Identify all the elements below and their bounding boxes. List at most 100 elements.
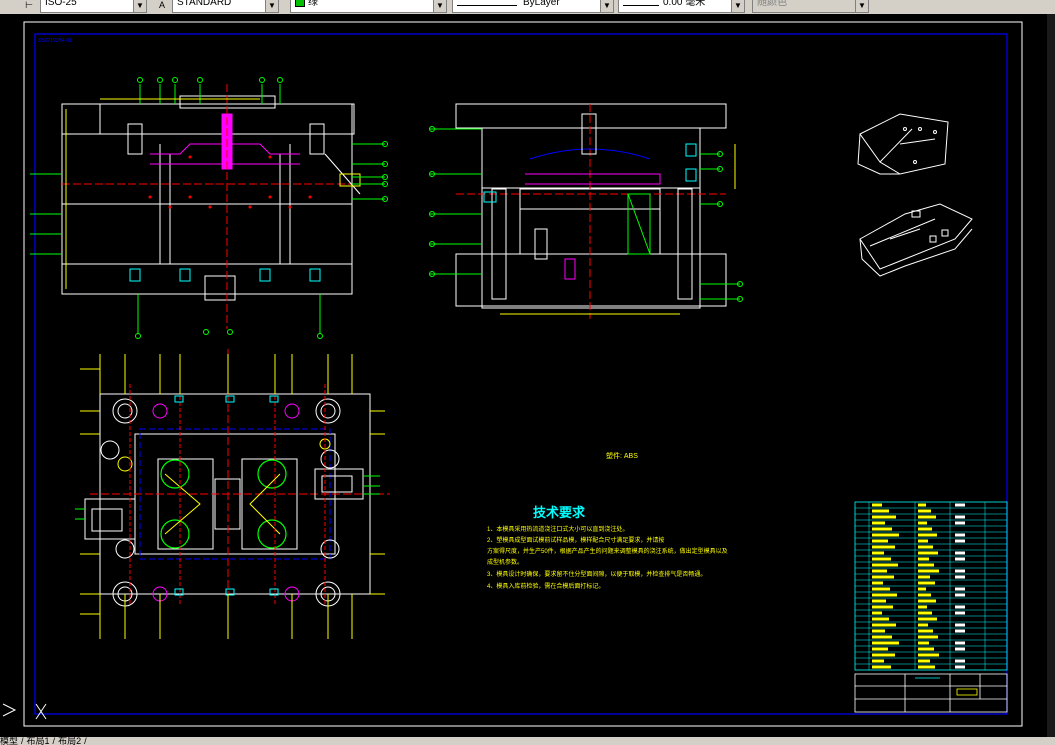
bom-cell (872, 521, 885, 525)
plotstyle-dropdown[interactable]: 随颜色 ▼ (752, 0, 869, 13)
textstyle-dropdown[interactable]: STANDARD ▼ (172, 0, 279, 13)
bom-cell (872, 605, 893, 609)
linetype-value: ByLayer (523, 0, 560, 8)
title-block (854, 673, 1008, 713)
plan-view (75, 349, 390, 639)
bom-cell (918, 569, 939, 573)
bom-cell (872, 653, 895, 657)
bom-cell (872, 641, 899, 645)
bom-cell (872, 509, 889, 513)
bom-cell (955, 503, 965, 507)
textstyle-icon[interactable]: A (155, 0, 169, 12)
bom-cell (955, 611, 965, 615)
dimstyle-value: ISO-25 (45, 0, 77, 8)
bom-cell (918, 635, 938, 639)
bom-cell (872, 599, 886, 603)
bom-cell (872, 527, 892, 531)
side-section-view (429, 103, 743, 319)
plotstyle-value: 随颜色 (757, 0, 787, 8)
bom-cell (872, 503, 882, 507)
bom-cell (918, 605, 927, 609)
tab-layout1[interactable]: 布局1 (27, 737, 50, 745)
tab-separator: / (21, 737, 24, 745)
bom-cell (872, 515, 896, 519)
bom-cell (918, 563, 934, 567)
part-material-label: 塑件: ABS (606, 451, 638, 460)
chevron-down-icon[interactable]: ▼ (133, 0, 146, 12)
tech-requirements-title: 技术要求 (533, 505, 586, 520)
part-isometric-views (857, 113, 973, 277)
dimstyle-icon[interactable]: ⊢ (22, 0, 36, 12)
bom-cell (872, 551, 884, 555)
bom-cell (872, 659, 884, 663)
drawing-svg: XS07193B4-01 塑件: ABS 技术要求 1、本模具采用热流道浇注口式… (2, 21, 1023, 727)
bom-cell (955, 659, 965, 663)
tab-layout2[interactable]: 布局2 (58, 737, 81, 745)
bom-cell (872, 581, 883, 585)
bom-cell (918, 593, 931, 597)
bom-cell (918, 527, 932, 531)
chevron-down-icon[interactable]: ▼ (265, 0, 278, 12)
dimstyle-dropdown[interactable]: ISO-25 ▼ (40, 0, 147, 13)
bom-cell (872, 587, 890, 591)
tech-note-1: 1、本模具采用热流道浇注口式大小可以直到浇注处。 (487, 525, 628, 533)
bom-cell (872, 575, 894, 579)
bom-cell (955, 593, 965, 597)
bom-table (854, 501, 1008, 671)
color-swatch (295, 0, 305, 8)
linetype-preview (457, 5, 517, 6)
bom-cell (955, 539, 965, 543)
textstyle-value: STANDARD (177, 0, 232, 8)
linetype-dropdown[interactable]: ByLayer ▼ (452, 0, 614, 13)
lineweight-dropdown[interactable]: 0.00 毫米 ▼ (618, 0, 745, 13)
tech-note-5: 3、模具设计时确保，要求留不住分型面间隙，以便于取模，并检查排气是否畅通。 (487, 570, 706, 578)
tech-note-2: 2、塑模具成型面试模前试样品模，模样配合尺寸满足要求，并请按 (487, 536, 664, 544)
bom-cell (918, 503, 926, 507)
bom-cell (872, 593, 897, 597)
bom-cell (955, 647, 965, 651)
bom-cell (918, 581, 935, 585)
bom-cell (872, 533, 899, 537)
bom-cell (872, 539, 888, 543)
bom-cell (918, 587, 926, 591)
layout-tabs: 模型 / 布局1/布局2/ (0, 737, 1055, 745)
color-dropdown[interactable]: 绿 ▼ (290, 0, 447, 13)
bom-cell (872, 635, 892, 639)
bom-cell (872, 647, 888, 651)
vertical-scrollbar[interactable] (1047, 14, 1055, 737)
bom-cell (955, 641, 965, 645)
tab-model[interactable]: 模型 (0, 737, 18, 745)
color-value: 绿 (308, 0, 318, 8)
bom-cell (918, 509, 931, 513)
bom-cell (955, 629, 965, 633)
chevron-down-icon[interactable]: ▼ (433, 0, 446, 12)
bom-cell (918, 575, 930, 579)
bom-cell (955, 605, 965, 609)
bom-cell (955, 557, 965, 561)
bom-cell (918, 545, 933, 549)
bom-cell (955, 533, 965, 537)
tech-note-3: 方案得尺度，并生产50件，根据产品产生的问题来调整模具的浇注系统，做出定型模具以… (487, 547, 728, 555)
bom-cell (955, 515, 965, 519)
bom-cell (872, 557, 891, 561)
bom-cell (872, 563, 898, 567)
drawing-canvas[interactable]: XS07193B4-01 塑件: ABS 技术要求 1、本模具采用热流道浇注口式… (0, 14, 1055, 737)
lineweight-preview (623, 5, 659, 6)
bom-cell (918, 611, 932, 615)
bom-cell (918, 653, 939, 657)
bom-cell (955, 551, 965, 555)
tech-note-6: 4、模具入库前检验，需在合模后面打标记。 (487, 582, 604, 590)
tab-separator: / (52, 737, 56, 745)
bom-cell (918, 641, 929, 645)
bom-cell (955, 587, 965, 591)
bom-cell (872, 611, 882, 615)
bom-cell (918, 617, 937, 621)
bom-cell (918, 515, 936, 519)
bom-cell (872, 629, 885, 633)
chevron-down-icon[interactable]: ▼ (600, 0, 613, 12)
bom-cell (872, 569, 887, 573)
bom-cell (872, 665, 891, 669)
front-section-view (30, 77, 388, 339)
chevron-down-icon[interactable]: ▼ (855, 0, 868, 12)
chevron-down-icon[interactable]: ▼ (731, 0, 744, 12)
